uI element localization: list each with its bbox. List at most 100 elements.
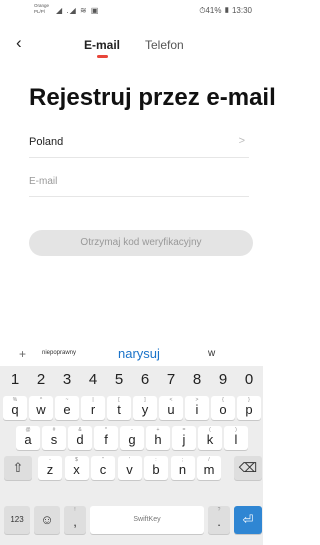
key-label: v <box>126 462 133 477</box>
active-tab-indicator <box>97 55 108 58</box>
space-bar[interactable]: SwiftKey <box>90 506 204 534</box>
key-hint: ] <box>144 397 146 403</box>
letter-key[interactable]: ' v <box>117 456 142 480</box>
email-field-row <box>29 171 249 197</box>
letter-key[interactable]: @ a <box>16 426 40 450</box>
number-key[interactable]: 3 <box>55 368 79 392</box>
key-hint: ^ <box>39 397 43 403</box>
number-row: 1234567890 <box>0 368 263 393</box>
keyboard: 1234567890 % q ^ w ~ e | r[t] y < u > i{o} p @ a # s & d * f… <box>0 366 263 545</box>
number-key[interactable]: 4 <box>81 368 105 392</box>
key-hint: * <box>105 427 107 433</box>
letter-key[interactable]: {o <box>211 396 235 420</box>
number-key[interactable]: 0 <box>237 368 261 392</box>
key-hint: ; <box>181 457 184 463</box>
comma-key[interactable]: ! , <box>64 506 86 534</box>
suggestion-middle[interactable]: narysuj <box>118 346 160 361</box>
period-hint: ? <box>217 507 221 513</box>
number-key[interactable]: 8 <box>185 368 209 392</box>
letter-key[interactable]: (k <box>198 426 222 450</box>
comma-hint: ! <box>74 507 76 513</box>
letter-key[interactable]: $ x <box>64 456 89 480</box>
carrier-name: Orange PL/Pl <box>34 3 50 14</box>
key-label: t <box>117 402 121 417</box>
key-hint: - <box>49 457 51 463</box>
number-key[interactable]: 7 <box>159 368 183 392</box>
letter-key[interactable]: ; n <box>170 456 195 480</box>
shift-key[interactable]: ⇧ <box>4 456 32 480</box>
period-label: . <box>217 514 221 529</box>
letter-key[interactable]: ) l <box>224 426 248 450</box>
period-key[interactable]: ? . <box>208 506 230 534</box>
emoji-key[interactable]: ☺ <box>34 506 60 534</box>
key-label: o <box>219 402 227 417</box>
divider <box>29 196 249 197</box>
comma-label: , <box>73 514 77 529</box>
enter-key[interactable]: ⏎ <box>234 506 262 534</box>
letter-key[interactable]: } p <box>237 396 261 420</box>
number-key[interactable]: 9 <box>211 368 235 392</box>
chevron-right-icon: > <box>238 135 245 147</box>
symbols-key[interactable]: 123 <box>4 506 30 534</box>
get-verification-code-button[interactable]: Otrzymaj kod weryfikacyjny <box>29 230 253 256</box>
letter-key[interactable]: = j <box>172 426 196 450</box>
key-hint: & <box>78 427 82 433</box>
key-hint: @ <box>25 427 31 433</box>
key-hint: ' <box>129 457 130 463</box>
status-bar: Orange PL/Pl ◢ .◢ ≋ ▣ ⏱41% ▮ 13:30 <box>0 0 263 24</box>
letter-key[interactable]: * f <box>94 426 118 450</box>
tab-email[interactable]: E-mail <box>84 38 120 52</box>
key-label: h <box>154 432 162 447</box>
letter-key[interactable]: < u <box>159 396 183 420</box>
backspace-key[interactable]: ⌫ <box>234 456 262 480</box>
letter-key[interactable]: -g <box>120 426 144 450</box>
key-label: u <box>167 402 175 417</box>
number-key[interactable]: 5 <box>107 368 131 392</box>
plus-icon[interactable]: + <box>19 347 26 361</box>
keyboard-suggestion-bar: + niepoprawny narysuj w <box>0 344 263 366</box>
back-chevron-icon[interactable]: ‹ <box>16 34 28 51</box>
letter-key[interactable]: ~ e <box>55 396 79 420</box>
key-hint: [ <box>118 397 120 403</box>
signal-icons: ◢ .◢ ≋ ▣ <box>56 6 100 15</box>
key-label: r <box>90 402 96 417</box>
letter-key[interactable]: | r <box>81 396 105 420</box>
letter-key[interactable]: & d <box>68 426 92 450</box>
email-field[interactable] <box>29 172 249 192</box>
letter-key[interactable]: ] y <box>133 396 157 420</box>
key-hint: / <box>208 457 210 463</box>
letter-key[interactable]: [t <box>107 396 131 420</box>
letter-key[interactable]: # s <box>42 426 66 450</box>
tab-phone[interactable]: Telefon <box>145 38 184 52</box>
key-hint: ) <box>235 427 237 433</box>
key-hint: ( <box>209 427 211 433</box>
key-label: f <box>104 432 108 447</box>
key-hint: : <box>155 457 157 463</box>
key-label: p <box>245 402 253 417</box>
country-selector[interactable]: Poland > <box>29 131 249 157</box>
number-key[interactable]: 6 <box>133 368 157 392</box>
letter-key[interactable]: / m <box>197 456 221 480</box>
key-label: n <box>178 462 187 477</box>
key-label: w <box>36 402 46 417</box>
key-hint: } <box>248 397 250 403</box>
letter-key[interactable]: -z <box>38 456 62 480</box>
divider <box>29 157 249 158</box>
suggestion-left[interactable]: niepoprawny <box>42 350 76 356</box>
letter-key[interactable]: :b <box>144 456 168 480</box>
letter-key[interactable]: % q <box>3 396 27 420</box>
key-label: s <box>50 432 58 447</box>
number-key[interactable]: 2 <box>29 368 53 392</box>
letter-key[interactable]: ^ w <box>29 396 53 420</box>
key-hint: | <box>92 397 94 403</box>
letter-key[interactable]: + h <box>146 426 170 450</box>
key-label: l <box>234 432 238 447</box>
letter-key[interactable]: " c <box>91 456 115 480</box>
number-key[interactable]: 1 <box>3 368 27 392</box>
key-label: i <box>195 402 199 417</box>
letter-key[interactable]: > i <box>185 396 209 420</box>
page-title: Rejestruj przez e-mail <box>29 84 276 111</box>
key-hint: + <box>156 427 160 433</box>
key-label: a <box>24 432 32 447</box>
suggestion-right[interactable]: w <box>208 348 215 359</box>
